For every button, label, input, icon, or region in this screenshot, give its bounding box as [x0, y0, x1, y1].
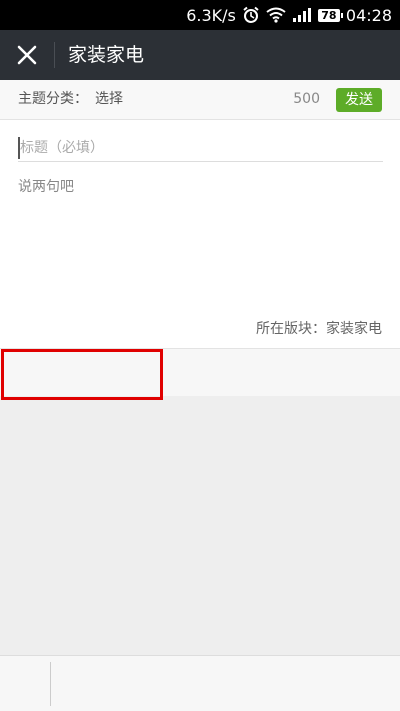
compose-area: 标题（必填） 说两句吧 所在版块：家装家电	[0, 120, 400, 349]
topic-row: 主题分类： 选择 500 发送	[0, 80, 400, 120]
highlight-box[interactable]	[1, 349, 163, 400]
battery-level: 78	[321, 8, 337, 22]
bottom-bar	[0, 655, 400, 711]
body-input[interactable]: 说两句吧	[18, 176, 74, 196]
text-caret	[18, 137, 20, 159]
topic-select[interactable]: 选择	[95, 80, 123, 119]
title-divider	[54, 42, 55, 68]
network-speed: 6.3K/s	[186, 5, 236, 25]
attachment-toolbar	[0, 349, 400, 400]
page-title: 家装家电	[68, 44, 145, 66]
wifi-icon	[266, 7, 286, 23]
battery-icon: 78	[317, 8, 343, 22]
signal-icon	[292, 7, 312, 23]
close-icon	[17, 45, 37, 65]
clock: 04:28	[345, 5, 392, 25]
title-bar: 家装家电	[0, 30, 400, 80]
topic-label: 主题分类：	[18, 91, 88, 107]
bottom-divider	[50, 662, 51, 706]
status-icons: 6.3K/s 78 04:28	[186, 0, 392, 30]
title-placeholder: 标题（必填）	[20, 140, 104, 156]
board-info: 所在版块：家装家电	[256, 321, 382, 337]
alarm-icon	[242, 6, 260, 24]
title-input[interactable]: 标题（必填）	[18, 134, 383, 162]
char-count: 500	[293, 91, 320, 107]
close-button[interactable]	[0, 30, 54, 80]
status-bar: 6.3K/s 78 04:28	[0, 0, 400, 30]
send-button[interactable]: 发送	[336, 88, 382, 112]
